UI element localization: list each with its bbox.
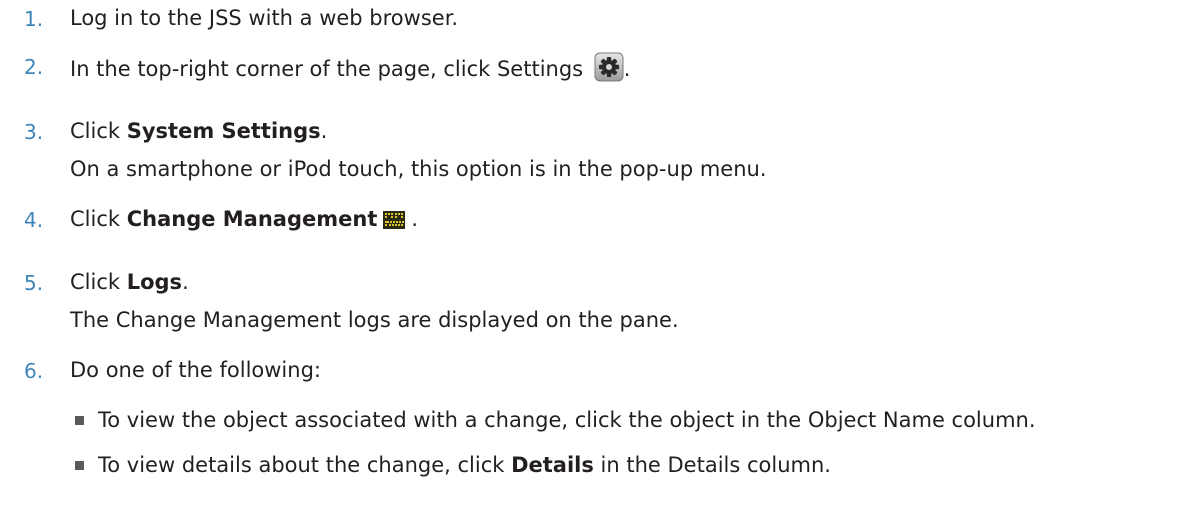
- step-number: 6.: [24, 359, 44, 383]
- step-text: Click Change Management .: [70, 205, 418, 233]
- step-text-before: In the top-right corner of the page, cli…: [70, 57, 584, 81]
- step-number: 1.: [24, 7, 44, 31]
- bullet-icon: [75, 416, 84, 425]
- step-text-before: Click: [70, 119, 127, 143]
- step-text-after: .: [411, 207, 419, 231]
- ui-label: System Settings: [126, 119, 321, 143]
- step-text-after: .: [182, 270, 189, 294]
- step-text: Click Logs.: [70, 268, 189, 296]
- step-text-before: Click: [70, 270, 127, 294]
- step-text-after: .: [320, 119, 328, 143]
- ui-label: Details: [511, 453, 594, 477]
- gear-icon: [594, 52, 624, 82]
- bullet-text-after: in the Details column.: [593, 453, 831, 477]
- step-text: Click System Settings.: [70, 117, 327, 145]
- bullet-icon: [75, 461, 84, 470]
- change-management-icon: [383, 211, 406, 229]
- bullet-text: To view the object associated with a cha…: [98, 408, 1036, 432]
- bullet-text: To view details about the change, click …: [98, 451, 831, 479]
- step-text: Log in to the JSS with a web browser.: [70, 6, 459, 30]
- bullet-text-before: To view details about the change, click: [98, 453, 512, 477]
- step-number: 5.: [24, 271, 44, 295]
- step-text-after: .: [623, 57, 631, 81]
- step-number: 3.: [24, 120, 44, 144]
- step-note: On a smartphone or iPod touch, this opti…: [70, 157, 767, 181]
- step-text-before: Click: [70, 207, 127, 231]
- step-text: Do one of the following:: [70, 358, 321, 382]
- step-number: 2.: [24, 55, 44, 79]
- ui-label: Change Management: [126, 207, 378, 231]
- ui-label: Logs: [126, 270, 183, 294]
- step-note: The Change Management logs are displayed…: [70, 308, 679, 332]
- step-text: In the top-right corner of the page, cli…: [70, 52, 630, 83]
- step-number: 4.: [24, 208, 44, 232]
